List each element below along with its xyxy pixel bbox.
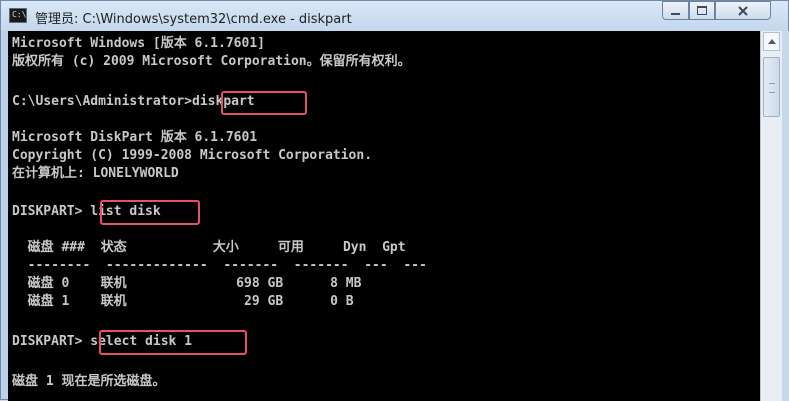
console-line: C:\Users\Administrator>diskpart <box>12 94 255 109</box>
scroll-up-arrow-icon <box>767 39 776 44</box>
list-disk-command-highlight <box>100 200 200 225</box>
minimize-icon <box>671 12 680 15</box>
close-icon <box>738 5 748 16</box>
console-line: 磁盘 1 联机 29 GB 0 B <box>12 294 354 309</box>
console-output[interactable]: Microsoft Windows [版本 6.1.7601] 版权所有 (c)… <box>8 31 760 401</box>
console-line: 在计算机上: LONELYWORLD <box>12 166 179 181</box>
close-button[interactable] <box>715 1 771 20</box>
cmd-window: C:\. 管理员: C:\Windows\system32\cmd.exe - … <box>0 0 789 401</box>
maximize-button[interactable] <box>689 1 715 20</box>
window-frame-right <box>782 31 789 401</box>
cmd-icon-label: C:\. <box>12 10 32 19</box>
console-line: 磁盘 1 现在是所选磁盘。 <box>12 374 166 389</box>
diskpart-command-highlight <box>221 91 307 115</box>
select-disk-command-highlight <box>99 330 247 355</box>
cmd-icon[interactable]: C:\. <box>9 8 31 23</box>
console-line: Copyright (C) 1999-2008 Microsoft Corpor… <box>12 148 373 163</box>
maximize-icon <box>697 6 707 15</box>
scroll-thumb[interactable] <box>763 57 780 117</box>
console-line: -------- ------------- ------- ------- -… <box>12 258 427 273</box>
scroll-thumb-grip <box>769 83 775 93</box>
vertical-scrollbar[interactable] <box>760 31 782 401</box>
console-line: 磁盘 ### 状态 大小 可用 Dyn Gpt <box>12 240 406 255</box>
scroll-up-button[interactable] <box>763 32 780 51</box>
console-line: 版权所有 (c) 2009 Microsoft Corporation。保留所有… <box>12 54 411 69</box>
console-line: 磁盘 0 联机 698 GB 8 MB <box>12 276 362 291</box>
window-title: 管理员: C:\Windows\system32\cmd.exe - diskp… <box>35 12 352 27</box>
minimize-button[interactable] <box>662 1 689 20</box>
console-line: Microsoft Windows [版本 6.1.7601] <box>12 36 265 51</box>
console-line: Microsoft DiskPart 版本 6.1.7601 <box>12 130 258 145</box>
